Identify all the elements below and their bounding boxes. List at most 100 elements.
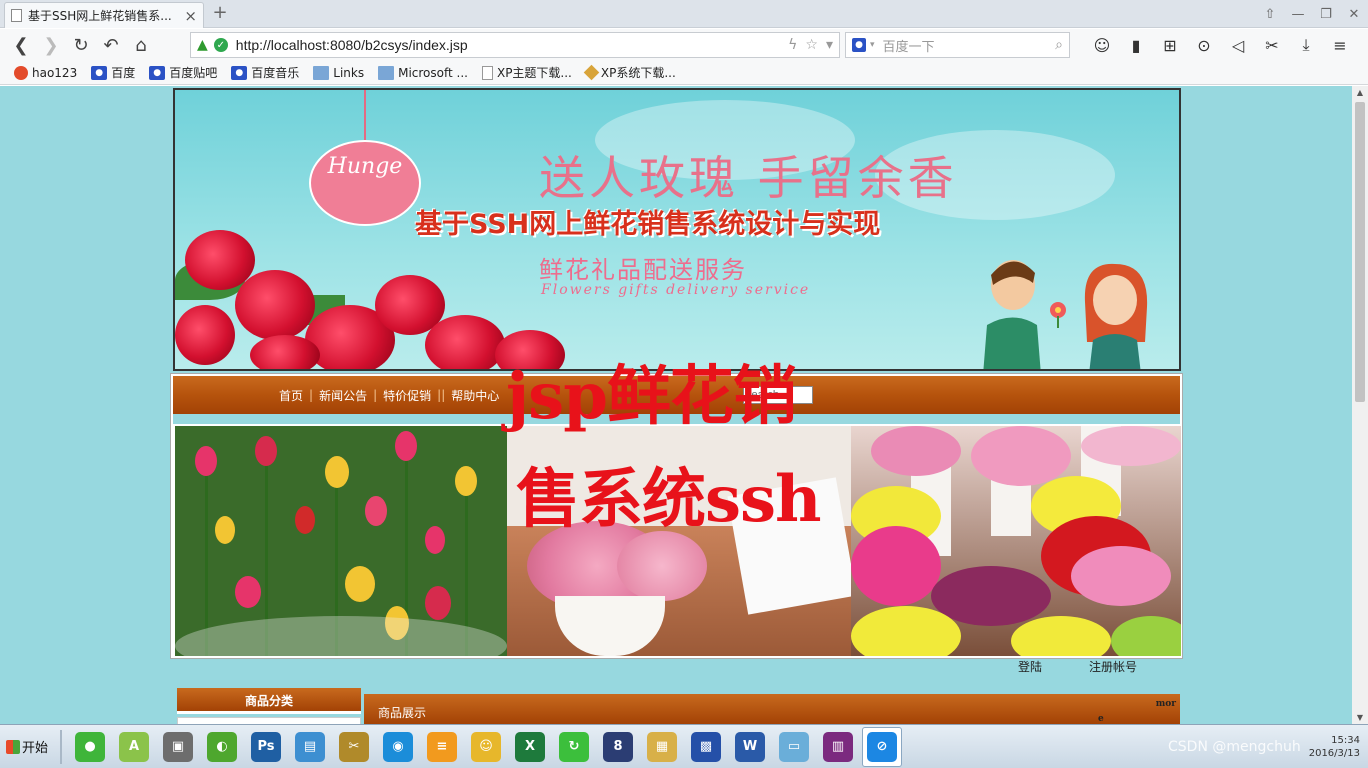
nav-help[interactable]: 帮助中心 [445, 387, 505, 404]
taskbar-app-button[interactable]: ≡ [422, 727, 462, 767]
scissors-icon[interactable]: ✂ [1255, 36, 1289, 55]
taskbar-app-button[interactable]: ▥ [818, 727, 858, 767]
bookmark-links[interactable]: Links [313, 65, 365, 80]
qq-pet-icon: ☺ [471, 731, 501, 762]
taskbar-app-button[interactable]: ▤ [290, 727, 330, 767]
baidu-paw-icon[interactable]: ● [852, 38, 866, 52]
search-input[interactable]: 百度一下 [883, 36, 1056, 55]
minimize-button[interactable]: — [1284, 0, 1312, 28]
game-app-icon: ▩ [691, 731, 721, 762]
undo-close-button[interactable]: ↶ [96, 31, 126, 59]
menu-icon[interactable]: ≡ [1323, 36, 1357, 55]
taskbar-app-button[interactable]: ● [70, 727, 110, 767]
url-text[interactable]: http://localhost:8080/b2csys/index.jsp [236, 37, 780, 53]
star-icon[interactable]: ☆ [805, 37, 818, 53]
bookmark-microsoft[interactable]: Microsoft ... [378, 65, 468, 80]
nav-news[interactable]: 新闻公告 [313, 387, 373, 404]
bookmark-tieba[interactable]: ● 百度贴吧 [149, 64, 217, 81]
page-viewport: Hunge 送人玫瑰 手留余香 基于SSH网上鲜花销售系统设计与实现 鲜花礼品配… [0, 86, 1352, 724]
scrollbar-thumb[interactable] [1355, 102, 1365, 402]
chat-icon[interactable]: ☺ [1085, 36, 1119, 55]
address-bar[interactable]: ▲ ✓ http://localhost:8080/b2csys/index.j… [190, 32, 840, 58]
scroll-up-icon[interactable]: ▲ [1352, 88, 1368, 97]
taskbar-app-button[interactable]: ✂ [334, 727, 374, 767]
speaker-icon[interactable]: ◁ [1221, 36, 1255, 55]
reload-button[interactable]: ↻ [66, 31, 96, 59]
close-window-button[interactable]: ✕ [1340, 0, 1368, 28]
taskbar-app-button[interactable]: A [114, 727, 154, 767]
taskbar-app-button[interactable]: ▩ [686, 727, 726, 767]
clock[interactable]: 15:34 2016/3/13 [1309, 734, 1360, 760]
taskbar-app-button[interactable]: ↻ [554, 727, 594, 767]
bookmark-label: hao123 [32, 65, 78, 80]
burger-app-icon: ≡ [427, 731, 457, 762]
banner-service: 鲜花礼品配送服务 [539, 256, 747, 284]
taskbar-app-button[interactable]: ☺ [466, 727, 506, 767]
back-button[interactable]: ❮ [6, 31, 36, 59]
scroll-down-icon[interactable]: ▼ [1352, 713, 1368, 722]
chevron-down-icon[interactable]: ▾ [870, 40, 875, 50]
browser-tab[interactable]: 基于SSH网上鲜花销售系... × [4, 2, 204, 28]
taskbar-app-button[interactable]: X [510, 727, 550, 767]
color-bars-icon[interactable]: ▮ [1119, 36, 1153, 55]
category-header: 商品分类 [177, 688, 361, 714]
lightning-icon[interactable]: ϟ [788, 37, 797, 53]
search-icon[interactable]: ⌕ [1055, 37, 1063, 53]
close-tab-icon[interactable]: × [184, 7, 197, 25]
forward-button[interactable]: ❯ [36, 31, 66, 59]
taskbar-app-button[interactable]: Ps [246, 727, 286, 767]
tulip-bunch [871, 426, 961, 476]
chevron-down-icon[interactable]: ▾ [826, 37, 833, 53]
taskbar-app-button[interactable]: 8 [598, 727, 638, 767]
safari-browser-icon: ⊘ [867, 731, 897, 762]
word-icon: W [735, 731, 765, 762]
photoshop-icon: Ps [251, 731, 281, 762]
rose-decoration [235, 270, 315, 340]
new-tab-button[interactable]: + [208, 2, 232, 26]
taskbar-app-button[interactable]: ◐ [202, 727, 242, 767]
home-button[interactable]: ⌂ [126, 31, 156, 59]
tulip-decoration [365, 496, 387, 526]
taskbar-app-button[interactable]: ◉ [378, 727, 418, 767]
tulip-decoration [345, 566, 375, 602]
tulip-decoration [215, 516, 235, 544]
nav-promotions[interactable]: 特价促销 [377, 387, 437, 404]
login-link[interactable]: 登陆 [1018, 658, 1042, 675]
product-section-title: 商品展示 [378, 706, 427, 720]
more-link[interactable]: mor [1156, 699, 1176, 709]
overlay-title-line2: 售系统ssh [516, 462, 822, 537]
compass-icon[interactable]: ⊙ [1187, 36, 1221, 55]
download-icon[interactable]: ⤓ [1289, 35, 1323, 55]
bookmark-xp-theme[interactable]: XP主题下载... [481, 64, 572, 81]
nav-links: 首页 | 新闻公告 | 特价促销 | | 帮助中心 [273, 376, 505, 414]
register-link[interactable]: 注册帐号 [1089, 658, 1137, 675]
taskbar-app-button[interactable]: ▦ [642, 727, 682, 767]
bookmark-label: XP主题下载... [496, 66, 572, 80]
apps-grid-icon[interactable]: ⊞ [1153, 36, 1187, 55]
site-logo[interactable]: Hunge [309, 140, 421, 226]
nav-home[interactable]: 首页 [273, 387, 309, 404]
overlay-title-line1: jsp鲜花销 [506, 359, 797, 434]
taskbar-app-button[interactable]: ▣ [158, 727, 198, 767]
bookmark-label: Links [333, 65, 365, 80]
skin-icon[interactable]: ⇧ [1256, 0, 1284, 28]
search-box[interactable]: ● ▾ 百度一下 ⌕ [845, 32, 1070, 58]
folder-icon [378, 65, 395, 80]
taskbar-app-button[interactable]: W [730, 727, 770, 767]
more-link-tail[interactable]: e [1098, 714, 1104, 724]
taskbar-app-button[interactable]: ⊘ [862, 726, 902, 767]
clock-date: 2016/3/13 [1308, 748, 1360, 759]
bookmark-xp-system[interactable]: XP系统下载... [583, 64, 676, 81]
bookmark-baidu[interactable]: ● 百度 [91, 64, 135, 81]
xp-icon [583, 64, 600, 81]
taskbar-app-button[interactable]: ▭ [774, 727, 814, 767]
product-header: 商品展示 mor e [364, 694, 1180, 724]
man-illustration [983, 260, 1041, 369]
restore-button[interactable]: ❐ [1312, 0, 1340, 28]
bookmark-hao123[interactable]: hao123 [14, 65, 78, 80]
bookmark-music[interactable]: ● 百度音乐 [231, 64, 299, 81]
page-scrollbar[interactable]: ▲ ▼ [1352, 86, 1368, 724]
start-button[interactable]: 开始 [0, 727, 54, 767]
tulip-decoration [425, 586, 451, 620]
white-blossoms [175, 616, 507, 656]
